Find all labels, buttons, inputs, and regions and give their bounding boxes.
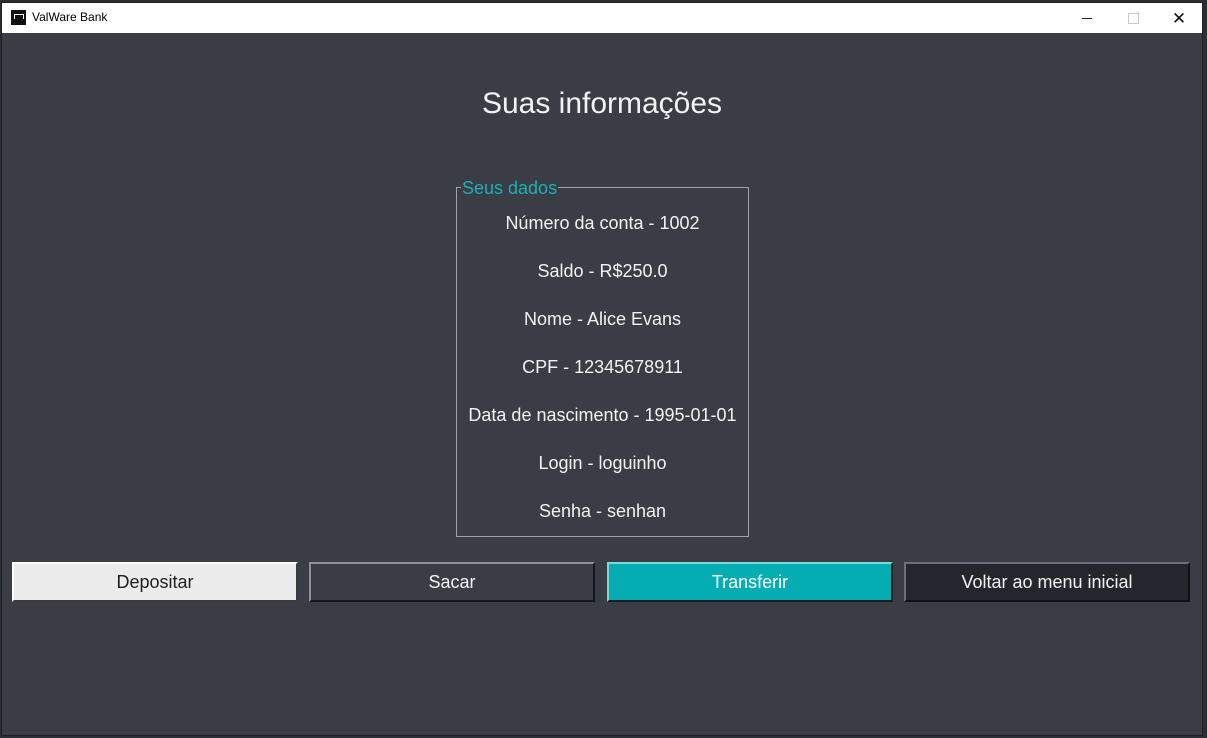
- minimize-button[interactable]: [1064, 3, 1110, 33]
- withdraw-button[interactable]: Sacar: [309, 562, 595, 602]
- minimize-icon: [1082, 17, 1092, 19]
- account-number: Número da conta - 1002: [505, 213, 700, 233]
- account-info-group: Seus dados Número da conta - 1002 Saldo …: [456, 178, 749, 537]
- login: Login - loguinho: [538, 453, 667, 473]
- password: Senha - senhan: [538, 501, 667, 521]
- transfer-button[interactable]: Transferir: [607, 562, 893, 602]
- maximize-button[interactable]: [1110, 3, 1156, 33]
- back-to-menu-button[interactable]: Voltar ao menu inicial: [904, 562, 1190, 602]
- window-title: ValWare Bank: [32, 10, 108, 24]
- close-button[interactable]: ✕: [1156, 3, 1202, 33]
- birth-date: Data de nascimento - 1995-01-01: [468, 405, 737, 425]
- deposit-button[interactable]: Depositar: [12, 562, 298, 602]
- holder-name: Nome - Alice Evans: [523, 309, 682, 329]
- app-window: ValWare Bank ✕ Suas informações Seus dad…: [2, 3, 1202, 735]
- close-icon: ✕: [1171, 8, 1187, 28]
- group-legend: Seus dados: [461, 178, 559, 198]
- maximize-icon: [1127, 12, 1139, 24]
- page-title: Suas informações: [481, 87, 723, 120]
- app-logo-icon: [11, 10, 26, 25]
- title-bar[interactable]: ValWare Bank ✕: [2, 3, 1202, 33]
- cpf: CPF - 12345678911: [522, 357, 683, 377]
- balance: Saldo - R$250.0: [537, 261, 668, 281]
